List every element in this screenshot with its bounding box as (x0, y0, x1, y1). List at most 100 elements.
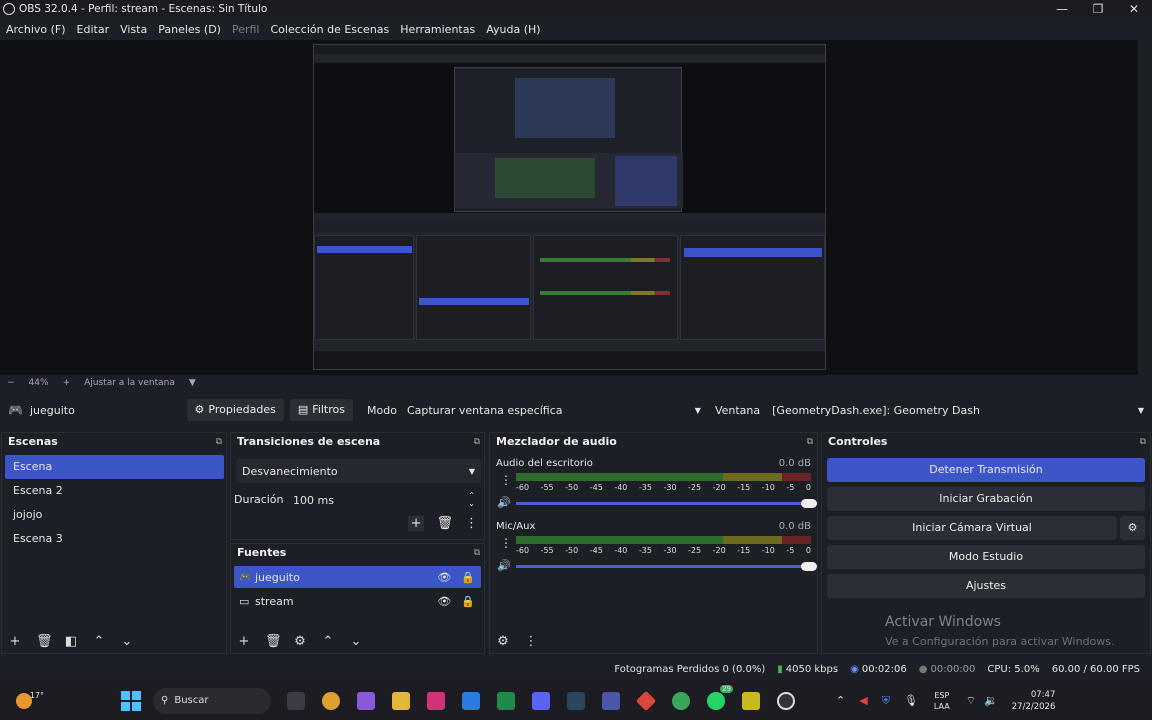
virtual-camera-settings-button[interactable]: ⚙ (1120, 516, 1145, 540)
gear-icon[interactable]: ⚙ (293, 634, 307, 649)
stop-streaming-button[interactable]: Detener Transmisión (827, 458, 1145, 482)
more-vertical-icon[interactable]: ⋮ (500, 536, 512, 550)
spin-arrows-icon[interactable]: ⌃ ⌄ (468, 492, 475, 508)
obs-icon[interactable] (777, 691, 795, 710)
lock-icon[interactable]: 🔒 (461, 595, 475, 608)
scene-item[interactable]: Escena (5, 455, 224, 479)
scene-item[interactable]: Escena 2 (5, 479, 224, 503)
copilot-icon[interactable] (357, 691, 375, 710)
eye-icon[interactable]: 👁 (437, 595, 451, 608)
taskbar-search[interactable]: ⚲ Buscar (153, 687, 271, 714)
menu-ayuda[interactable]: Ayuda (H) (486, 23, 540, 36)
start-button[interactable] (121, 690, 141, 711)
geometry-dash-icon[interactable] (742, 691, 760, 710)
chrome-profile-icon[interactable] (672, 691, 690, 710)
speaker-icon[interactable]: 🔊 (497, 559, 511, 572)
menu-paneles[interactable]: Paneles (D) (158, 23, 221, 36)
chevron-up-icon[interactable]: ⌃ (92, 634, 106, 649)
scene-item[interactable]: Escena 3 (5, 527, 224, 551)
slider-knob[interactable] (801, 499, 817, 508)
menu-bar: Archivo (F) Editar Vista Paneles (D) Per… (0, 18, 1152, 40)
volume-slider[interactable] (516, 562, 817, 571)
store-icon[interactable] (462, 691, 480, 710)
source-item[interactable]: 🎮 jueguito 👁 🔒 (234, 566, 481, 588)
preview-canvas[interactable] (0, 40, 1138, 375)
chevron-down-icon[interactable]: ⌄ (120, 634, 134, 649)
wifi-icon[interactable]: ⌔ (966, 694, 976, 708)
trash-icon[interactable]: 🗑 (36, 634, 53, 649)
menu-herramientas[interactable]: Herramientas (400, 23, 475, 36)
properties-button[interactable]: ⚙ Propiedades (186, 399, 284, 421)
more-vertical-icon[interactable]: ⋮ (465, 516, 478, 531)
zoom-out-button[interactable]: − (7, 378, 15, 388)
bitrate: 4050 kbps (785, 664, 839, 675)
lock-icon[interactable]: 🔒 (461, 571, 475, 584)
minimize-button[interactable]: — (1044, 0, 1080, 18)
instagram-icon[interactable] (427, 691, 445, 710)
diamond-app-icon[interactable] (635, 690, 657, 711)
discord-icon[interactable] (532, 691, 550, 710)
task-view-icon[interactable] (287, 691, 305, 710)
window-select[interactable]: [GeometryDash.exe]: Geometry Dash ▼ (770, 399, 1152, 421)
menu-archivo[interactable]: Archivo (F) (6, 23, 66, 36)
source-name: jueguito (255, 570, 300, 584)
menu-coleccion[interactable]: Colección de Escenas (271, 23, 390, 36)
add-scene-icon[interactable]: + (8, 634, 22, 649)
filter-icon[interactable]: ◧ (64, 634, 78, 649)
chevron-up-icon[interactable]: ⌃ (321, 634, 335, 649)
volume-icon[interactable]: 🔉 (984, 694, 998, 707)
chevron-down-icon: ▼ (1137, 405, 1144, 415)
eye-icon[interactable]: 👁 (437, 571, 451, 584)
menu-perfil[interactable]: Perfil (232, 23, 260, 36)
filters-label: Filtros (312, 403, 345, 416)
start-virtual-camera-button[interactable]: Iniciar Cámara Virtual (827, 516, 1117, 540)
gamepad-icon[interactable] (602, 691, 620, 710)
fit-to-window-label: Ajustar a la ventana (84, 378, 175, 388)
studio-mode-button[interactable]: Modo Estudio (827, 545, 1145, 569)
red-tray-icon[interactable]: ◀ (859, 694, 867, 707)
menu-editar[interactable]: Editar (77, 23, 110, 36)
start-recording-button[interactable]: Iniciar Grabación (827, 487, 1145, 511)
clock[interactable]: 07:47 27/2/2026 (1012, 689, 1056, 713)
undock-icon[interactable]: ⧉ (474, 544, 480, 562)
slider-knob[interactable] (801, 562, 817, 571)
zoom-in-button[interactable]: + (63, 378, 71, 388)
more-vertical-icon[interactable]: ⋮ (524, 634, 538, 649)
settings-button[interactable]: Ajustes (827, 574, 1145, 598)
speaker-icon[interactable]: 🔊 (497, 496, 511, 509)
scene-item[interactable]: jojojo (5, 503, 224, 527)
source-item[interactable]: ▭ stream 👁 🔒 (234, 590, 481, 612)
add-source-icon[interactable]: + (237, 634, 251, 649)
steam-icon[interactable] (567, 691, 585, 710)
trash-icon[interactable]: 🗑 (265, 634, 282, 649)
undock-icon[interactable]: ⧉ (474, 433, 480, 451)
microphone-icon[interactable]: 🎙 (904, 694, 918, 707)
weather-widget[interactable]: 17° (16, 691, 44, 709)
excel-icon[interactable] (497, 691, 515, 710)
close-button[interactable]: ✕ (1116, 0, 1152, 18)
mode-select[interactable]: Capturar ventana específica ▼ (404, 399, 707, 421)
undock-icon[interactable]: ⧉ (807, 433, 813, 451)
chevron-up-icon[interactable]: ⌃ (836, 694, 845, 707)
add-transition-icon[interactable]: + (407, 516, 425, 531)
language-indicator[interactable]: ESP LAA (934, 690, 950, 712)
filters-button[interactable]: ▤ Filtros (289, 399, 353, 421)
undock-icon[interactable]: ⧉ (216, 433, 222, 451)
trash-icon[interactable]: 🗑 (436, 516, 453, 531)
shield-icon[interactable]: ⛨ (882, 694, 890, 708)
chrome-icon[interactable] (322, 691, 340, 710)
meter-ticks: -60 -55 -50 -45 -40 -35 -30 -25 -20 -15 -10 -5 0 (516, 483, 811, 492)
file-explorer-icon[interactable] (392, 691, 410, 710)
volume-slider[interactable] (516, 499, 817, 508)
nested-controls-dock (680, 235, 825, 340)
undock-icon[interactable]: ⧉ (1140, 433, 1146, 451)
duration-spinbox[interactable]: 100 ms ⌃ ⌄ (287, 488, 481, 512)
advanced-audio-icon[interactable]: ⚙ (496, 634, 510, 649)
maximize-button[interactable]: ❐ (1080, 0, 1116, 18)
transition-select[interactable]: Desvanecimiento ▼ (236, 459, 481, 483)
menu-vista[interactable]: Vista (120, 23, 147, 36)
chevron-down-icon[interactable]: ⌄ (349, 634, 363, 649)
chevron-down-icon[interactable]: ▼ (189, 378, 196, 388)
more-vertical-icon[interactable]: ⋮ (500, 473, 512, 487)
whatsapp-icon[interactable]: 29 (707, 684, 733, 710)
